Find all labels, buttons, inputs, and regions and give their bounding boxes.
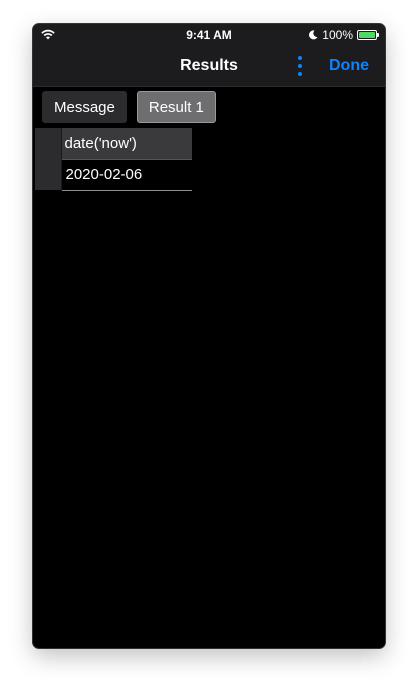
more-dot [298, 72, 302, 76]
row-header[interactable] [35, 159, 62, 190]
tab-result-1[interactable]: Result 1 [136, 91, 216, 123]
done-button[interactable]: Done [329, 57, 369, 75]
battery-icon [357, 30, 379, 40]
result-tabs: Message Result 1 [42, 91, 216, 123]
more-dot [298, 64, 302, 68]
table-header-row: date('now') [35, 128, 192, 160]
more-dot [298, 56, 302, 60]
table-cell[interactable]: 2020-02-06 [61, 159, 192, 191]
navigation-bar: Results Done [33, 46, 385, 87]
column-header[interactable]: date('now') [61, 128, 192, 160]
more-vertical-icon[interactable] [295, 54, 305, 78]
phone-screen: 9:41 AM 100% Results Done Message Result… [33, 24, 385, 648]
battery-fill [359, 32, 375, 38]
status-right-group: 100% [308, 28, 379, 42]
tab-message[interactable]: Message [42, 91, 127, 123]
table-row: 2020-02-06 [35, 159, 192, 191]
result-table: date('now') 2020-02-06 [35, 128, 192, 191]
moon-icon [309, 30, 318, 40]
battery-percent: 100% [322, 28, 353, 42]
corner-cell[interactable] [35, 128, 62, 159]
status-bar: 9:41 AM 100% [33, 24, 385, 46]
